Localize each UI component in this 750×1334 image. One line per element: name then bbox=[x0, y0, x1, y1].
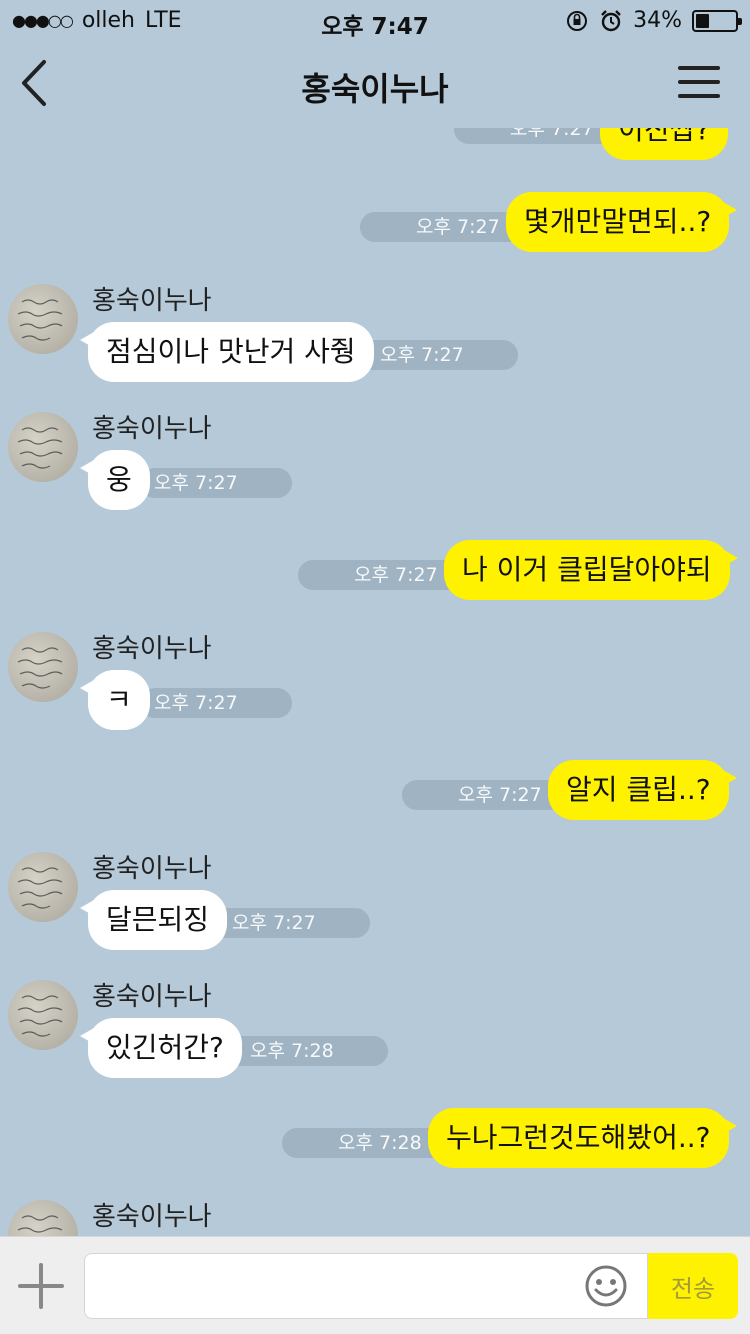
message-time: 오후 7:27 bbox=[140, 688, 292, 718]
sender-name: 홍숙이누나 bbox=[92, 634, 212, 664]
message-bubble-outgoing: 이진짭? bbox=[600, 128, 729, 160]
avatar-image bbox=[17, 299, 63, 341]
nav-bar: 홍숙이누나 bbox=[0, 40, 750, 128]
avatar-image bbox=[17, 867, 63, 909]
message-time: 오후 7:27 bbox=[402, 780, 572, 810]
avatar[interactable] bbox=[8, 412, 78, 482]
message-bubble-incoming: ㅋ bbox=[80, 670, 150, 730]
message-bubble-incoming: 달믄되징 bbox=[79, 890, 228, 950]
send-button[interactable]: 전송 bbox=[648, 1253, 738, 1319]
battery-fill bbox=[696, 13, 709, 28]
sender-name: 홍숙이누나 bbox=[92, 854, 212, 884]
menu-line bbox=[678, 80, 720, 84]
message-time: 오후 7:27 bbox=[298, 560, 468, 590]
message-time: 오후 7:27 bbox=[454, 128, 624, 144]
message-time: 오후 7:28 bbox=[218, 1036, 388, 1066]
message-bubble-incoming: 웅 bbox=[80, 450, 150, 510]
sender-name: 홍숙이누나 bbox=[92, 286, 212, 316]
status-bar: ●●●○○ olleh LTE 오후 7:47 34% bbox=[0, 0, 750, 40]
message-time: 오후 7:28 bbox=[282, 1128, 452, 1158]
battery-icon bbox=[692, 9, 742, 32]
avatar[interactable] bbox=[8, 852, 78, 922]
message-time: 오후 7:27 bbox=[140, 468, 292, 498]
chat-area[interactable]: 오후 7:27 이진짭? 오후 7:27 몇개만말면되..? 홍숙이누나 오후 … bbox=[0, 128, 750, 1236]
avatar-image bbox=[17, 647, 63, 689]
alarm-icon bbox=[601, 9, 621, 31]
emoji-icon[interactable] bbox=[584, 1264, 628, 1308]
message-bubble-incoming: 점심이나 맛난거 사줭 bbox=[80, 322, 374, 382]
message-input[interactable] bbox=[84, 1253, 648, 1319]
message-time: 오후 7:27 bbox=[360, 212, 530, 242]
message-bubble-incoming: 있긴허간? bbox=[80, 1018, 242, 1078]
battery-percent: 34% bbox=[633, 8, 682, 33]
avatar[interactable] bbox=[8, 632, 78, 702]
message-bubble-outgoing: 알지 클립..? bbox=[548, 760, 737, 820]
menu-icon[interactable] bbox=[678, 66, 720, 100]
rotation-lock-icon bbox=[567, 10, 588, 31]
message-bubble-outgoing: 나 이거 클립달아야되 bbox=[444, 540, 738, 600]
input-bar: 전송 bbox=[0, 1236, 750, 1334]
avatar-image bbox=[17, 995, 63, 1037]
avatar[interactable] bbox=[8, 1200, 78, 1236]
status-right: 34% bbox=[565, 8, 742, 33]
avatar-image bbox=[17, 427, 63, 469]
plus-icon[interactable] bbox=[18, 1263, 64, 1309]
menu-line bbox=[678, 66, 720, 70]
avatar[interactable] bbox=[8, 284, 78, 354]
sender-name: 홍숙이누나 bbox=[92, 414, 212, 444]
sender-name: 홍숙이누나 bbox=[92, 982, 212, 1012]
chat-title: 홍숙이누나 bbox=[301, 70, 449, 108]
avatar-image bbox=[17, 1215, 63, 1233]
message-bubble-outgoing: 누나그런것도해봤어..? bbox=[428, 1108, 737, 1168]
message-bubble-outgoing: 몇개만말면되..? bbox=[506, 192, 738, 252]
avatar[interactable] bbox=[8, 980, 78, 1050]
menu-line bbox=[678, 94, 720, 98]
sender-name: 홍숙이누나 bbox=[92, 1202, 212, 1232]
